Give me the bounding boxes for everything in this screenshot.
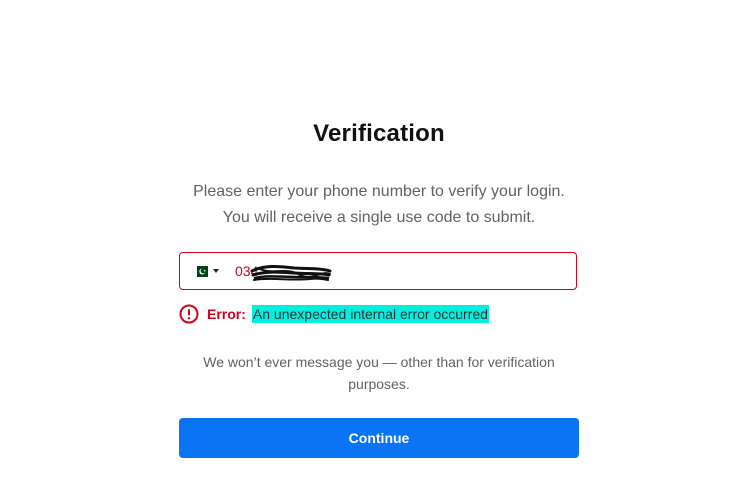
phone-number-field[interactable] xyxy=(179,252,577,290)
pakistan-flag-icon xyxy=(193,265,208,277)
verification-page: Verification Please enter your phone num… xyxy=(0,0,731,483)
chevron-down-icon xyxy=(213,269,219,273)
scribble-redaction xyxy=(250,264,332,281)
privacy-note: We won’t ever message you — other than f… xyxy=(203,354,555,392)
instructions-line-2: You will receive a single use code to su… xyxy=(222,209,536,226)
instructions-line-1: Please enter your phone number to verify… xyxy=(193,183,565,200)
page-title: Verification xyxy=(313,120,445,147)
error-alert-icon xyxy=(179,304,199,324)
error-label: Error: xyxy=(207,306,246,322)
continue-button[interactable]: Continue xyxy=(179,418,579,458)
error-message: An unexpected internal error occurred xyxy=(251,305,489,323)
country-code-select[interactable] xyxy=(193,265,219,277)
error-row: Error: An unexpected internal error occu… xyxy=(179,303,489,325)
instructions-text: Please enter your phone number to verify… xyxy=(0,179,731,231)
